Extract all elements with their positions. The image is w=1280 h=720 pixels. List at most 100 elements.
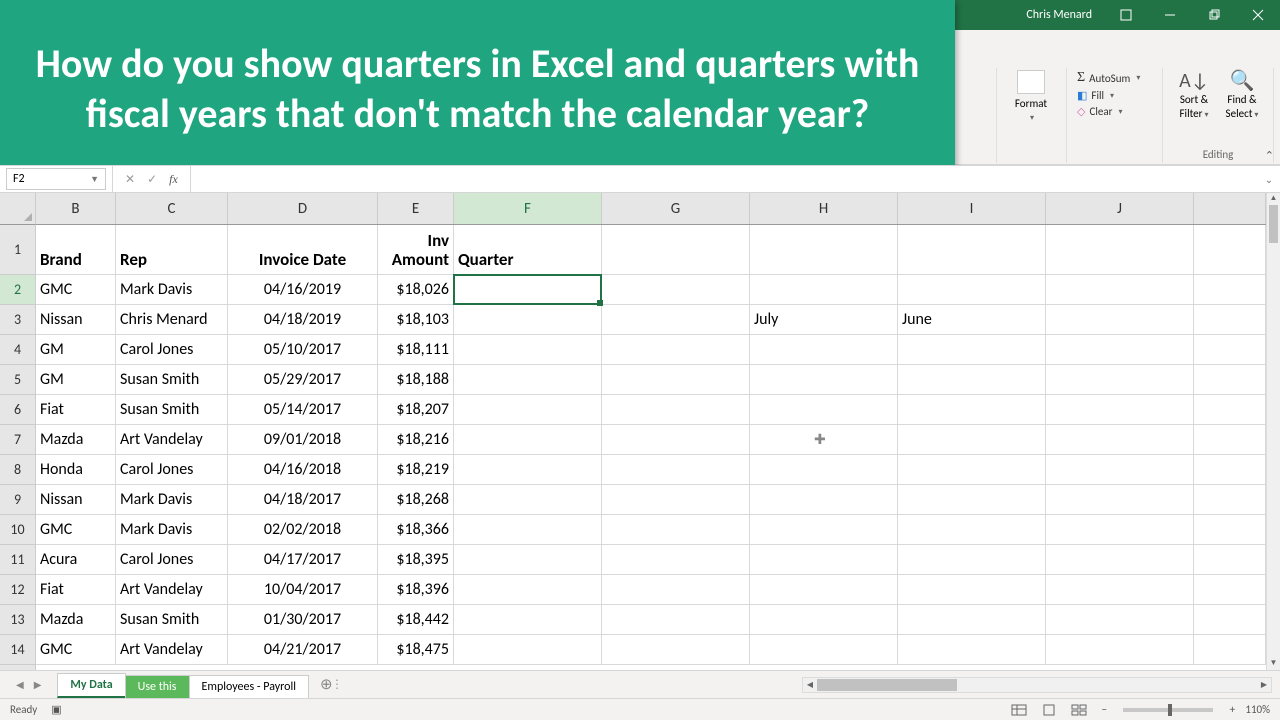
row-header[interactable]: 3 <box>0 305 35 335</box>
cell[interactable]: Nissan <box>36 305 116 335</box>
cell[interactable]: GMC <box>36 515 116 545</box>
cell[interactable]: Brand <box>36 225 116 275</box>
cell[interactable] <box>750 485 898 515</box>
cell[interactable] <box>454 395 602 425</box>
row-headers[interactable]: 1234567891011121314 <box>0 225 36 670</box>
cell[interactable]: GM <box>36 365 116 395</box>
column-header[interactable]: C <box>116 193 228 224</box>
cell[interactable]: Carol Jones <box>116 335 228 365</box>
zoom-out-button[interactable]: − <box>1097 703 1111 716</box>
cell[interactable] <box>750 365 898 395</box>
cell[interactable] <box>750 545 898 575</box>
zoom-level[interactable]: 110% <box>1245 703 1270 716</box>
cell[interactable]: 04/16/2019 <box>228 275 378 305</box>
cell[interactable]: Mazda <box>36 425 116 455</box>
row-header[interactable]: 13 <box>0 605 35 635</box>
page-layout-view-button[interactable] <box>1037 701 1061 719</box>
cell[interactable] <box>454 455 602 485</box>
row-header[interactable]: 11 <box>0 545 35 575</box>
cell[interactable] <box>454 575 602 605</box>
cell[interactable] <box>1046 425 1194 455</box>
cell[interactable]: Mark Davis <box>116 275 228 305</box>
cell[interactable] <box>750 455 898 485</box>
cell[interactable]: $18,103 <box>378 305 454 335</box>
row-header[interactable]: 5 <box>0 365 35 395</box>
cell[interactable]: 05/10/2017 <box>228 335 378 365</box>
cell[interactable]: Acura <box>36 545 116 575</box>
autosum-button[interactable]: ΣAutoSum▾ <box>1077 70 1152 86</box>
cell[interactable] <box>750 575 898 605</box>
cell[interactable] <box>454 365 602 395</box>
ribbon-options-button[interactable] <box>1104 0 1148 30</box>
cancel-formula-button[interactable]: ✕ <box>125 172 135 187</box>
cell[interactable]: $18,268 <box>378 485 454 515</box>
cell[interactable]: $18,207 <box>378 395 454 425</box>
cell[interactable]: InvAmount <box>378 225 454 275</box>
cell[interactable] <box>1046 635 1194 665</box>
column-header[interactable]: I <box>898 193 1046 224</box>
collapse-ribbon-button[interactable]: ⌃ <box>1265 149 1274 162</box>
cell[interactable]: Chris Menard <box>116 305 228 335</box>
sheet-tab-employees-payroll[interactable]: Employees - Payroll <box>189 675 310 698</box>
cell[interactable]: Mazda <box>36 605 116 635</box>
row-header[interactable]: 14 <box>0 635 35 665</box>
cell[interactable]: Honda <box>36 455 116 485</box>
name-box[interactable]: F2 ▼ <box>6 168 106 190</box>
cell[interactable] <box>898 635 1046 665</box>
column-header[interactable]: D <box>228 193 378 224</box>
cell[interactable] <box>602 485 750 515</box>
cell[interactable]: Mark Davis <box>116 515 228 545</box>
cell[interactable]: Rep <box>116 225 228 275</box>
cell[interactable] <box>602 605 750 635</box>
page-break-view-button[interactable] <box>1067 701 1091 719</box>
scroll-up-button[interactable]: ▲ <box>1267 193 1280 205</box>
cell[interactable]: $18,188 <box>378 365 454 395</box>
cell[interactable]: $18,366 <box>378 515 454 545</box>
cells-area[interactable]: BrandRepInvoice DateInvAmountQuarterGMCM… <box>36 225 1266 670</box>
hscroll-right-button[interactable]: ▶ <box>1257 680 1271 690</box>
cell[interactable]: June <box>898 305 1046 335</box>
cell[interactable]: 04/18/2019 <box>228 305 378 335</box>
row-header[interactable]: 10 <box>0 515 35 545</box>
normal-view-button[interactable] <box>1007 701 1031 719</box>
sheet-nav-next[interactable]: ▶ <box>34 678 42 691</box>
cell[interactable]: $18,442 <box>378 605 454 635</box>
cell[interactable] <box>454 425 602 455</box>
cell[interactable] <box>454 545 602 575</box>
cell[interactable] <box>454 275 602 305</box>
cell[interactable] <box>898 225 1046 275</box>
cell[interactable] <box>454 635 602 665</box>
sheet-tab-use-this[interactable]: Use this <box>125 675 190 698</box>
zoom-in-button[interactable]: + <box>1225 703 1239 716</box>
cell[interactable] <box>1046 335 1194 365</box>
cell[interactable] <box>898 515 1046 545</box>
hscroll-left-button[interactable]: ◀ <box>803 680 817 690</box>
column-header[interactable]: F <box>454 193 602 224</box>
column-header[interactable]: H <box>750 193 898 224</box>
scroll-down-button[interactable]: ▼ <box>1267 658 1280 670</box>
expand-formula-bar-button[interactable]: ⌄ <box>1258 173 1280 186</box>
cell[interactable] <box>454 305 602 335</box>
cell[interactable]: Mark Davis <box>116 485 228 515</box>
cell[interactable] <box>1046 515 1194 545</box>
cell[interactable] <box>454 485 602 515</box>
cell[interactable] <box>750 635 898 665</box>
cell[interactable]: $18,026 <box>378 275 454 305</box>
cell[interactable] <box>1046 455 1194 485</box>
cell[interactable]: GM <box>36 335 116 365</box>
window-minimize-button[interactable] <box>1148 0 1192 30</box>
cell[interactable] <box>454 515 602 545</box>
cell[interactable]: Carol Jones <box>116 455 228 485</box>
cell[interactable]: Carol Jones <box>116 545 228 575</box>
cell[interactable]: 02/02/2018 <box>228 515 378 545</box>
column-header[interactable] <box>1194 193 1266 224</box>
spreadsheet-grid[interactable]: BCDEFGHIJ 1234567891011121314 BrandRepIn… <box>0 193 1280 670</box>
cell[interactable] <box>602 635 750 665</box>
cell[interactable] <box>898 575 1046 605</box>
cell[interactable]: Susan Smith <box>116 365 228 395</box>
cell[interactable] <box>602 455 750 485</box>
cell[interactable] <box>750 425 898 455</box>
cell[interactable] <box>454 335 602 365</box>
window-restore-button[interactable] <box>1192 0 1236 30</box>
sort-filter-button[interactable]: A↓ Sort & Filter▾ <box>1173 68 1215 120</box>
